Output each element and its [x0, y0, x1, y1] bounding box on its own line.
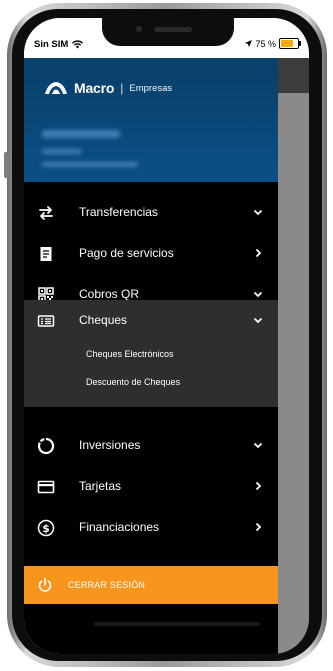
device-frame: Sin SIM 75 % Macro | Empresas Transferen…: [0, 0, 333, 671]
camera-notch: [102, 18, 234, 46]
front-camera: [136, 26, 142, 32]
svg-text:$: $: [42, 523, 49, 535]
blurred-user-name: [42, 149, 82, 154]
credit-card-icon: [37, 480, 55, 494]
menu-item-tarjetas[interactable]: Tarjetas: [24, 466, 278, 507]
wifi-icon: [72, 40, 84, 49]
menu-item-label: Pago de servicios: [79, 246, 174, 260]
menu-item-label: Inversiones: [79, 438, 141, 452]
battery-tip: [299, 41, 301, 46]
menu-item-label: Tarjetas: [79, 479, 122, 493]
brand-logo: Macro | Empresas: [44, 80, 172, 96]
drawer-header: Macro | Empresas: [24, 58, 278, 182]
phone-screen: Sin SIM 75 % Macro | Empresas Transferen…: [24, 18, 309, 654]
brand-name: Macro: [74, 80, 115, 96]
carrier-label: Sin SIM: [34, 39, 69, 50]
menu-item-label: Transferencias: [79, 205, 158, 219]
macro-logo-icon: [45, 82, 67, 94]
menu-item-label: Cheques: [79, 313, 128, 327]
chevron-down-icon: [253, 442, 263, 449]
logout-label: CERRAR SESIÓN: [68, 580, 146, 590]
menu-item-financiaciones[interactable]: $ Financiaciones: [24, 507, 278, 548]
chevron-right-icon: [255, 481, 262, 491]
pie-chart-icon: [37, 437, 55, 455]
battery-level: [281, 40, 293, 47]
earpiece-speaker: [154, 27, 192, 32]
menu-item-transferencias[interactable]: Transferencias: [24, 192, 278, 233]
menu-item-label: Cobros QR: [79, 287, 140, 301]
side-button: [4, 152, 9, 178]
status-right: 75 %: [245, 38, 301, 49]
receipt-icon: [40, 247, 52, 261]
location-arrow-icon: [245, 40, 253, 47]
side-drawer: Macro | Empresas Transferencias Pago de …: [24, 58, 278, 654]
transfer-arrows-icon: [39, 206, 53, 220]
brand-segment: Empresas: [129, 82, 173, 94]
battery-percent: 75 %: [255, 38, 276, 49]
chevron-down-icon: [253, 317, 263, 324]
battery-icon: [279, 38, 301, 49]
cheques-expanded-section: Cheques Cheques Electrónicos Descuento d…: [24, 300, 278, 407]
chevron-down-icon: [253, 291, 263, 298]
chevron-right-icon: [255, 248, 262, 258]
power-icon: [38, 577, 52, 592]
cheque-icon: [37, 315, 55, 327]
status-bar: Sin SIM 75 %: [24, 18, 309, 58]
menu-item-pago-de-servicios[interactable]: Pago de servicios: [24, 233, 278, 274]
logout-button[interactable]: CERRAR SESIÓN: [24, 566, 278, 604]
blurred-account-detail: [42, 162, 138, 167]
brand-separator: |: [120, 81, 124, 95]
submenu-item-descuento-de-cheques[interactable]: Descuento de Cheques: [86, 377, 180, 387]
menu-item-cheques[interactable]: Cheques: [24, 300, 278, 341]
submenu-item-cheques-electronicos[interactable]: Cheques Electrónicos: [86, 349, 174, 359]
status-left: Sin SIM: [34, 39, 84, 50]
chevron-right-icon: [255, 522, 262, 532]
drawer-menu: Transferencias Pago de servicios Cobros …: [24, 182, 278, 654]
chevron-down-icon: [253, 209, 263, 216]
home-indicator[interactable]: [94, 622, 260, 626]
menu-item-label: Financiaciones: [79, 520, 160, 534]
blurred-company-name: [42, 130, 120, 138]
menu-item-inversiones[interactable]: Inversiones: [24, 425, 278, 466]
background-header-strip: [278, 58, 309, 93]
dollar-circle-icon: $: [37, 519, 55, 537]
